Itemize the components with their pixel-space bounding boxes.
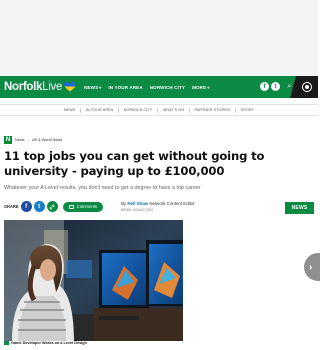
divider [80,107,81,113]
nav-label: MORE [192,84,207,90]
subnav-item-partner-stories[interactable]: PARTNER STORIES [195,108,231,112]
twitter-icon[interactable]: t [271,82,280,91]
subnav-item-in-your-area[interactable]: IN YOUR AREA [86,108,113,112]
breadcrumb: N News › UK & World News [4,136,62,144]
facebook-icon: f [25,203,28,210]
nav-item-more[interactable]: MORE▾ [192,85,209,90]
subnav-item-whats-on[interactable]: WHAT'S ON [163,108,184,112]
nav-item-in-your-area[interactable]: IN YOUR AREA [108,85,142,90]
divider [118,107,119,113]
twitter-icon: t [38,203,41,210]
nav-item-news[interactable]: NEWS▾ [84,85,101,90]
account-button[interactable] [296,76,318,98]
subnav-item-sport[interactable]: SPORT [241,108,254,112]
breadcrumb-item-uk-world-news[interactable]: UK & World News [32,138,62,142]
breadcrumb-item-news[interactable]: News [15,138,25,142]
image-caption-text: Game Developer Works on a Level Design [11,341,87,345]
next-article-button[interactable]: › [304,253,320,281]
social-links: f t ⌕ [260,82,294,91]
author-link[interactable]: Neil Shaw [127,201,148,206]
chevron-right-icon: › [27,137,29,143]
divider [189,107,190,113]
main-nav: NEWS▾ IN YOUR AREA NORWICH CITY MORE▾ [84,85,209,90]
share-facebook-button[interactable]: f [20,201,32,212]
publish-date: NEWS, 18 AUG 2022 [121,208,154,212]
section-tag[interactable]: NEWS [285,202,314,214]
comments-label: Comments [76,204,97,209]
comments-button[interactable]: Comments [62,201,103,212]
divider [157,107,158,113]
brand-n-icon: N [4,136,12,144]
share-bar: SHARE f t Comments [4,201,103,212]
top-navigation-bar: NorfolkLive NEWS▾ IN YOUR AREA NORWICH C… [0,76,318,98]
chevron-down-icon: ▾ [99,84,102,90]
chevron-down-icon: ▾ [207,84,210,90]
logo-text-light: Live [42,81,63,93]
ad-space [0,0,318,76]
camera-icon [4,341,9,345]
link-icon [49,204,55,209]
share-twitter-button[interactable]: t [33,201,45,212]
subnav-item-norwich-city[interactable]: NORWICH CITY [124,108,153,112]
subnav-item-news[interactable]: NEWS [64,108,75,112]
nav-label: NEWS [84,84,99,90]
nav-item-norwich-city[interactable]: NORWICH CITY [150,85,185,90]
image-caption: Game Developer Works on a Level Design [4,341,87,345]
byline: By Neil Shaw Network Content Editor NEWS… [121,201,195,212]
account-icon [302,82,312,92]
site-logo[interactable]: NorfolkLive [0,76,77,98]
hero-image [4,220,183,341]
byline-prefix: By [121,201,127,206]
account-icon-dot [305,85,309,89]
share-link-button[interactable] [46,201,58,212]
article-standfirst: Whatever your A Level results, you don't… [4,185,201,191]
logo-text-bold: Norfolk [4,81,43,93]
chevron-right-icon: › [309,261,313,273]
byline-author-line: By Neil Shaw Network Content Editor [121,201,195,206]
ukraine-heart-icon [64,82,77,92]
author-role: Network Content Editor [149,201,195,206]
divider [235,107,236,113]
secondary-nav: NEWS IN YOUR AREA NORWICH CITY WHAT'S ON… [0,104,318,116]
article-headline: 11 top jobs you can get without going to… [4,149,265,178]
comments-icon [68,204,74,209]
share-label: SHARE [4,204,19,209]
hero-illustration [4,220,183,341]
facebook-icon[interactable]: f [260,82,269,91]
